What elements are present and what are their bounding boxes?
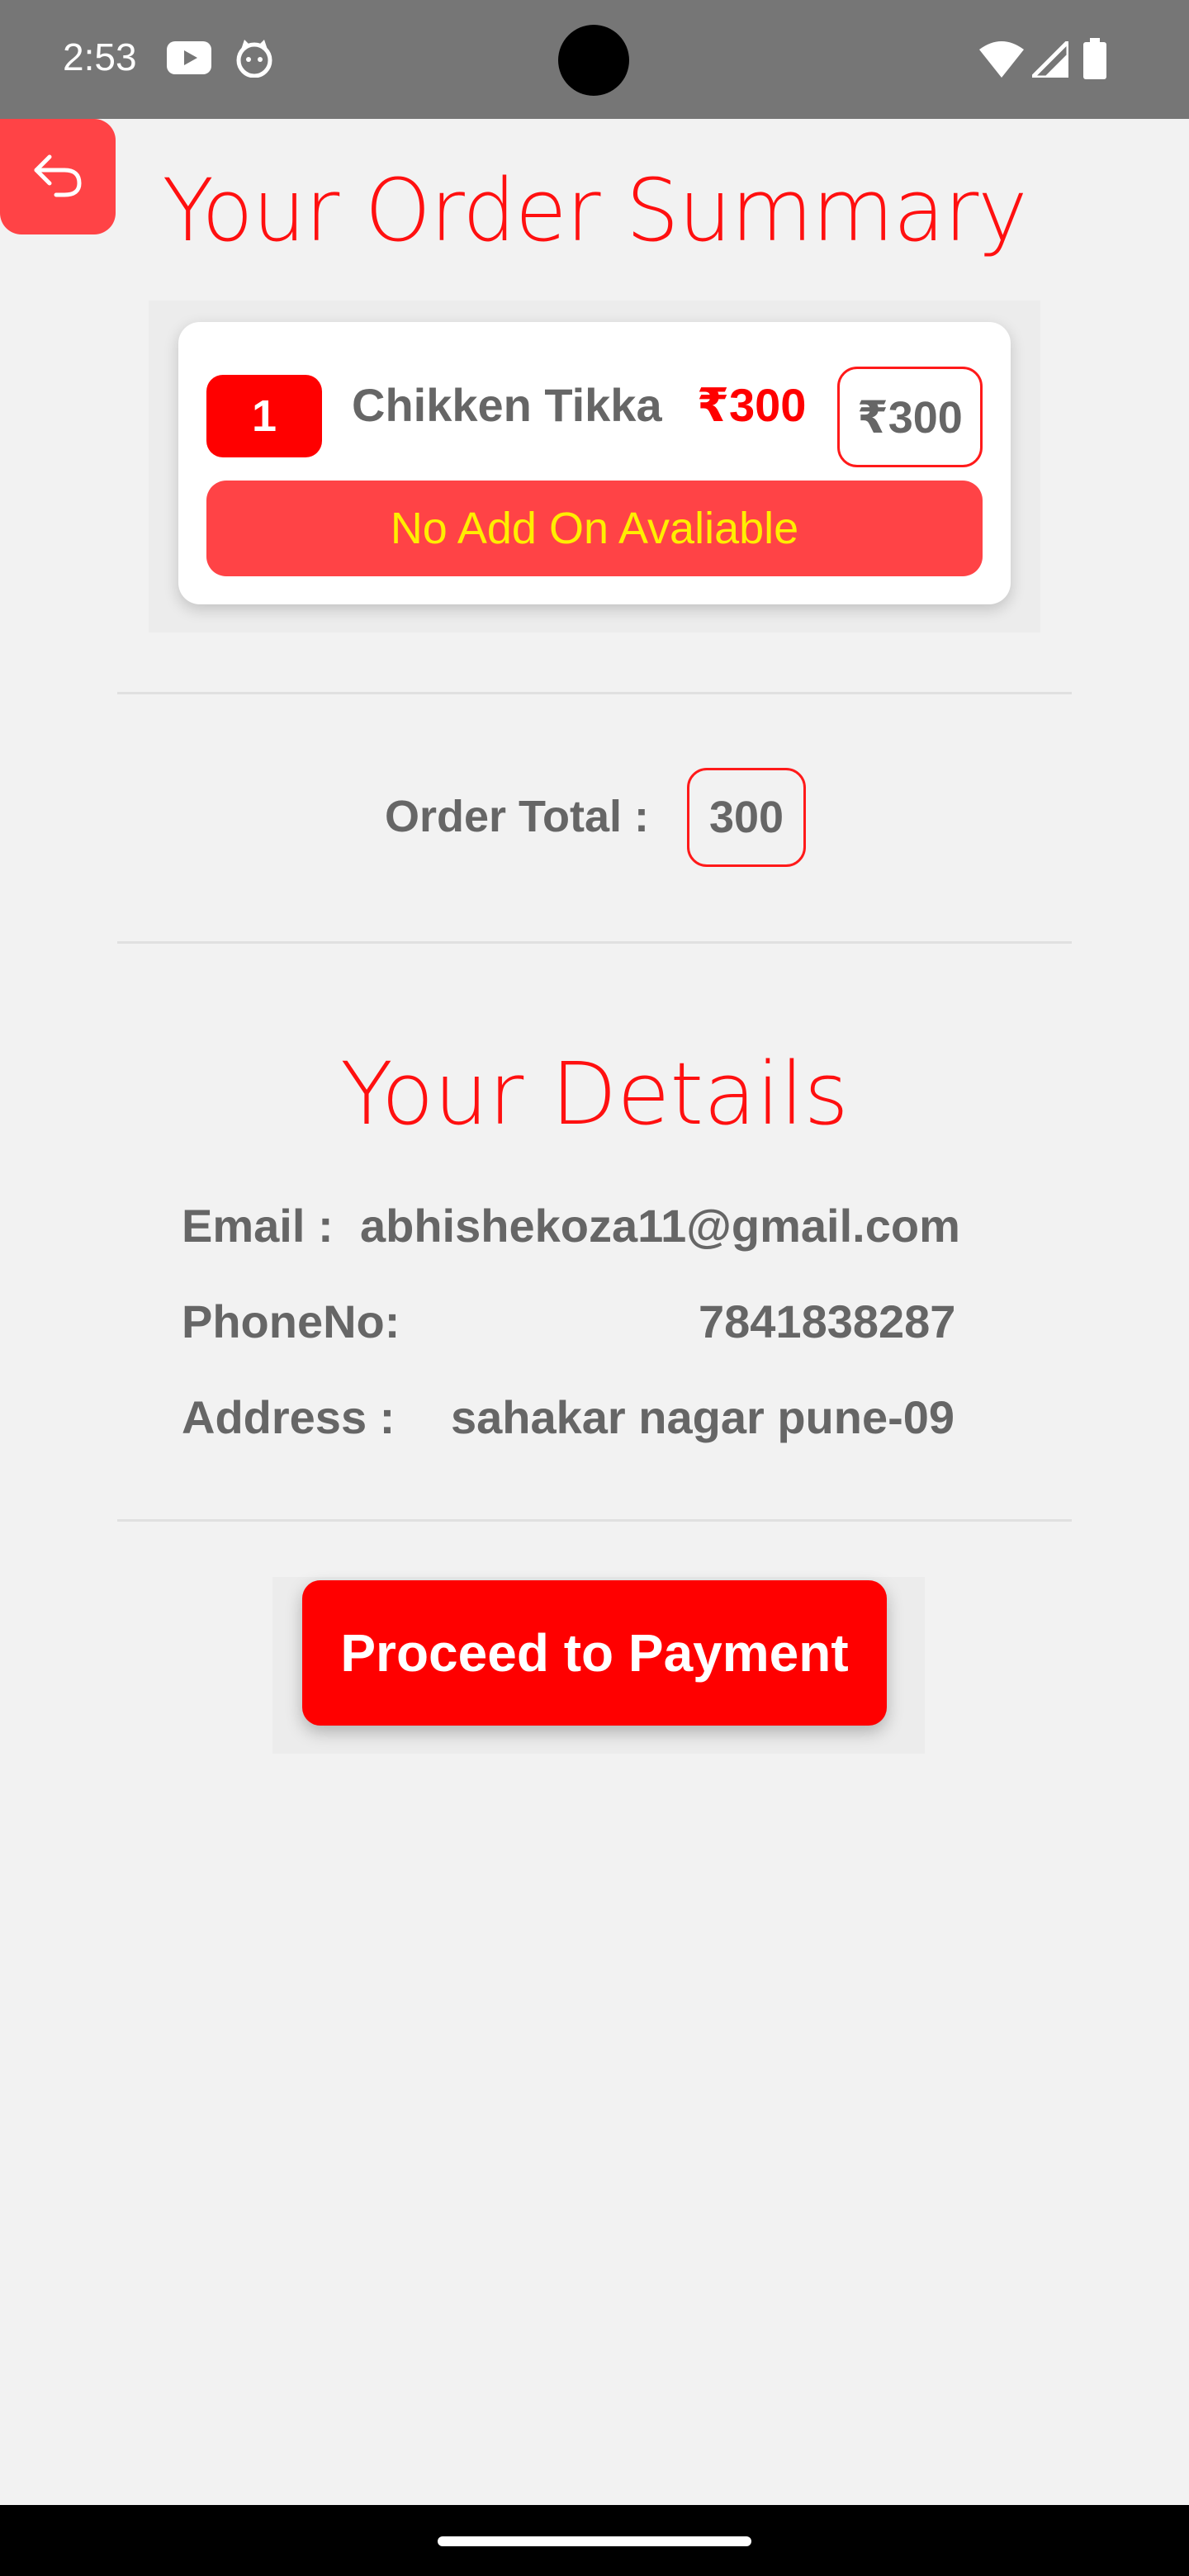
cat-icon [234, 40, 274, 82]
addon-bar[interactable]: No Add On Avaliable [206, 481, 983, 576]
item-price: ₹300 [697, 379, 807, 431]
email-label: Email : [182, 1200, 334, 1252]
status-time: 2:53 [63, 36, 137, 78]
order-total-value: 300 [687, 768, 806, 867]
address-value: sahakar nagar pune-09 [451, 1391, 955, 1443]
home-indicator[interactable] [438, 2536, 751, 2546]
signal-icon [1026, 36, 1071, 82]
page-title: Your Order Summary [162, 160, 1028, 261]
item-total: ₹300 [837, 367, 983, 467]
phone-value: 7841838287 [699, 1295, 956, 1347]
status-bar: 2:53 [0, 0, 1189, 119]
divider [117, 941, 1072, 944]
proceed-to-payment-button[interactable]: Proceed to Payment [302, 1580, 887, 1726]
email-value: abhishekoza11@gmail.com [360, 1200, 960, 1252]
battery-icon [1083, 38, 1106, 83]
quantity-badge: 1 [206, 375, 322, 457]
divider [117, 692, 1072, 694]
cart-item-card: 1 Chikken Tikka ₹300 ₹300 No Add On Aval… [178, 322, 1011, 604]
phone-label: PhoneNo: [182, 1295, 400, 1347]
details-title: Your Details [340, 1044, 849, 1144]
youtube-icon [167, 41, 211, 78]
order-total-label: Order Total : [385, 792, 650, 841]
item-name: Chikken Tikka [352, 379, 662, 431]
wifi-icon [979, 41, 1024, 82]
divider [117, 1519, 1072, 1522]
camera-cutout [558, 25, 629, 96]
address-label: Address : [182, 1391, 396, 1443]
